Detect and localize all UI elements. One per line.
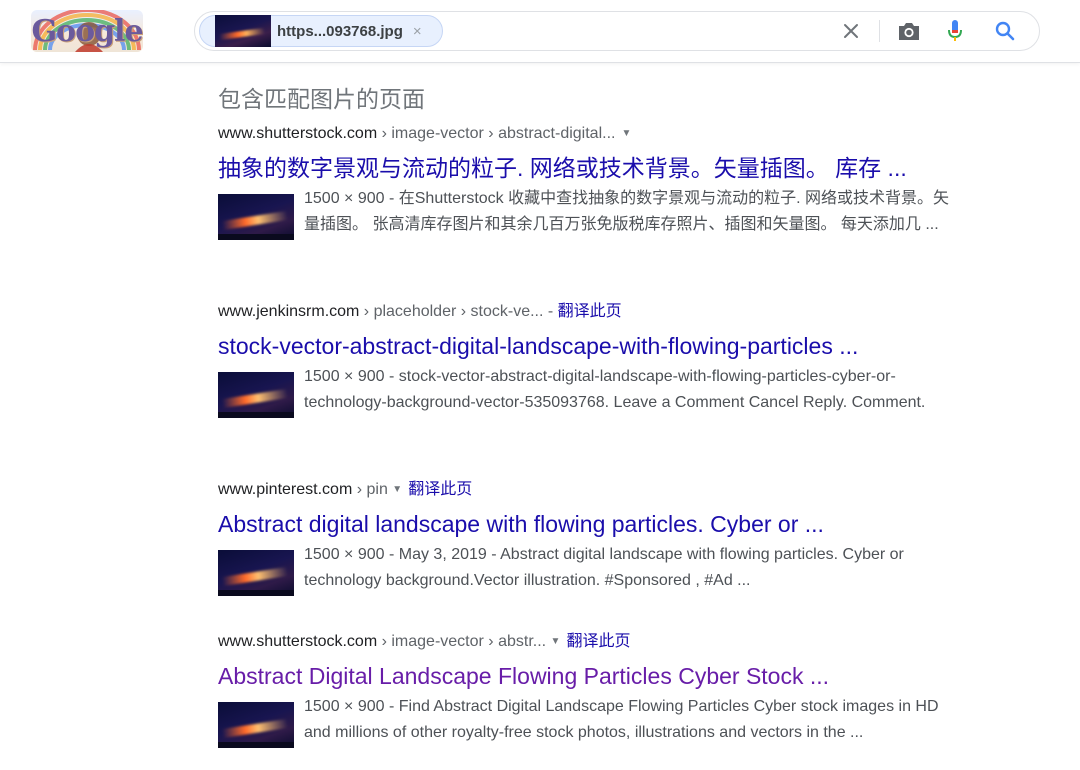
query-image-filename: https...093768.jpg [277, 22, 403, 40]
search-box[interactable]: https...093768.jpg × [194, 11, 1040, 51]
result-snippet: 1500 × 900 - 在Shutterstock 收藏中查找抽象的数字景观与… [304, 190, 950, 233]
result-snippet-row: 1500 × 900 - stock-vector-abstract-digit… [218, 364, 968, 418]
query-image-thumbnail [215, 15, 271, 47]
result-domain: www.shutterstock.com [218, 125, 378, 142]
result-snippet: 1500 × 900 - stock-vector-abstract-digit… [304, 368, 926, 411]
mic-icon [948, 20, 962, 41]
result-thumbnail[interactable] [218, 194, 294, 240]
result-title[interactable]: Abstract digital landscape with flowing … [218, 510, 968, 538]
section-title: 包含匹配图片的页面 [218, 86, 425, 112]
google-doodle-logo[interactable]: Google [31, 10, 143, 52]
voice-search-button[interactable] [937, 12, 973, 50]
dropdown-arrow-icon[interactable]: ▼ [392, 484, 402, 495]
header: Google https...093768.jpg × [0, 0, 1080, 63]
result-thumbnail[interactable] [218, 550, 294, 596]
search-result: www.jenkinsrm.com › placeholder › stock-… [218, 301, 968, 418]
search-button[interactable] [987, 12, 1023, 50]
search-result: www.pinterest.com › pin ▼ 翻译此页 Abstract d… [218, 479, 968, 596]
camera-button[interactable] [891, 12, 927, 50]
result-snippet-row: 1500 × 900 - 在Shutterstock 收藏中查找抽象的数字景观与… [218, 186, 968, 240]
close-icon [844, 24, 858, 38]
result-thumbnail[interactable] [218, 372, 294, 418]
dropdown-arrow-icon[interactable]: ▼ [551, 636, 561, 647]
camera-icon [899, 23, 919, 40]
result-title[interactable]: Abstract Digital Landscape Flowing Parti… [218, 662, 968, 690]
result-url[interactable]: www.pinterest.com › pin ▼ 翻译此页 [218, 479, 968, 501]
result-domain: www.pinterest.com [218, 481, 353, 498]
result-snippet: 1500 × 900 - Find Abstract Digital Lands… [304, 698, 939, 741]
result-path: › placeholder › stock-ve... - [359, 303, 558, 320]
translate-link[interactable]: 翻译此页 [566, 633, 630, 650]
result-path: › image-vector › abstract-digital... [377, 125, 616, 142]
result-url[interactable]: www.shutterstock.com › image-vector › ab… [218, 123, 968, 145]
divider [879, 20, 880, 42]
translate-link[interactable]: 翻译此页 [558, 303, 622, 320]
result-url[interactable]: www.shutterstock.com › image-vector › ab… [218, 631, 968, 653]
result-thumbnail[interactable] [218, 702, 294, 748]
logo-text: Google [31, 13, 143, 49]
result-snippet-row: 1500 × 900 - May 3, 2019 - Abstract digi… [218, 542, 968, 596]
result-domain: www.jenkinsrm.com [218, 303, 360, 320]
result-snippet: 1500 × 900 - May 3, 2019 - Abstract digi… [304, 546, 904, 589]
result-path: › image-vector › abstr... [377, 633, 551, 650]
search-icon [995, 21, 1015, 41]
result-snippet-row: 1500 × 900 - Find Abstract Digital Lands… [218, 694, 968, 748]
result-url[interactable]: www.jenkinsrm.com › placeholder › stock-… [218, 301, 968, 323]
result-title[interactable]: 抽象的数字景观与流动的粒子. 网络或技术背景。矢量插图。 库存 ... [218, 154, 968, 182]
search-result: www.shutterstock.com › image-vector › ab… [218, 631, 968, 748]
remove-image-icon[interactable]: × [413, 23, 422, 40]
search-result: www.shutterstock.com › image-vector › ab… [218, 123, 968, 240]
image-search-chip[interactable]: https...093768.jpg × [199, 15, 443, 47]
dropdown-arrow-icon[interactable]: ▼ [621, 128, 631, 139]
result-path: › pin [352, 481, 393, 498]
result-title[interactable]: stock-vector-abstract-digital-landscape-… [218, 332, 968, 360]
clear-button[interactable] [833, 12, 869, 50]
result-domain: www.shutterstock.com [218, 633, 378, 650]
translate-link[interactable]: 翻译此页 [408, 481, 472, 498]
